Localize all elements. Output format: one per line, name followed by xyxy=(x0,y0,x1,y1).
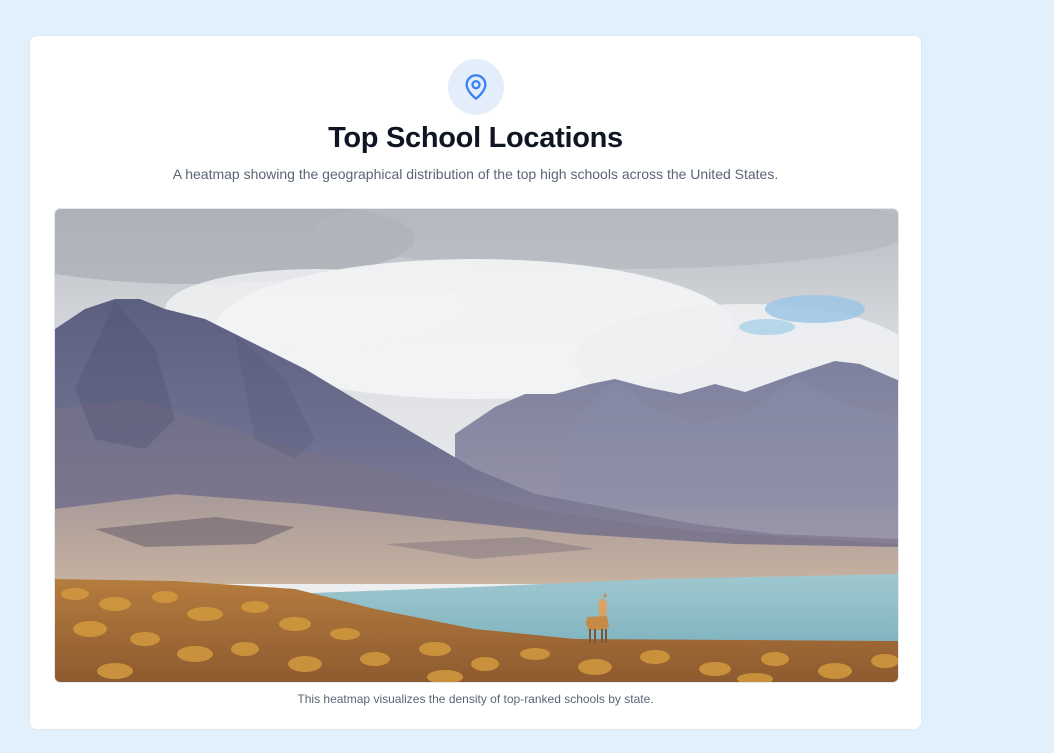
map-image xyxy=(54,208,899,683)
content-card: Top School Locations A heatmap showing t… xyxy=(29,35,922,730)
image-caption: This heatmap visualizes the density of t… xyxy=(297,692,654,706)
landscape-photo xyxy=(55,209,898,682)
page-subtitle: A heatmap showing the geographical distr… xyxy=(172,166,779,182)
map-pin-icon xyxy=(465,74,487,100)
page-title: Top School Locations xyxy=(328,122,623,154)
map-pin-icon-badge xyxy=(448,59,504,115)
